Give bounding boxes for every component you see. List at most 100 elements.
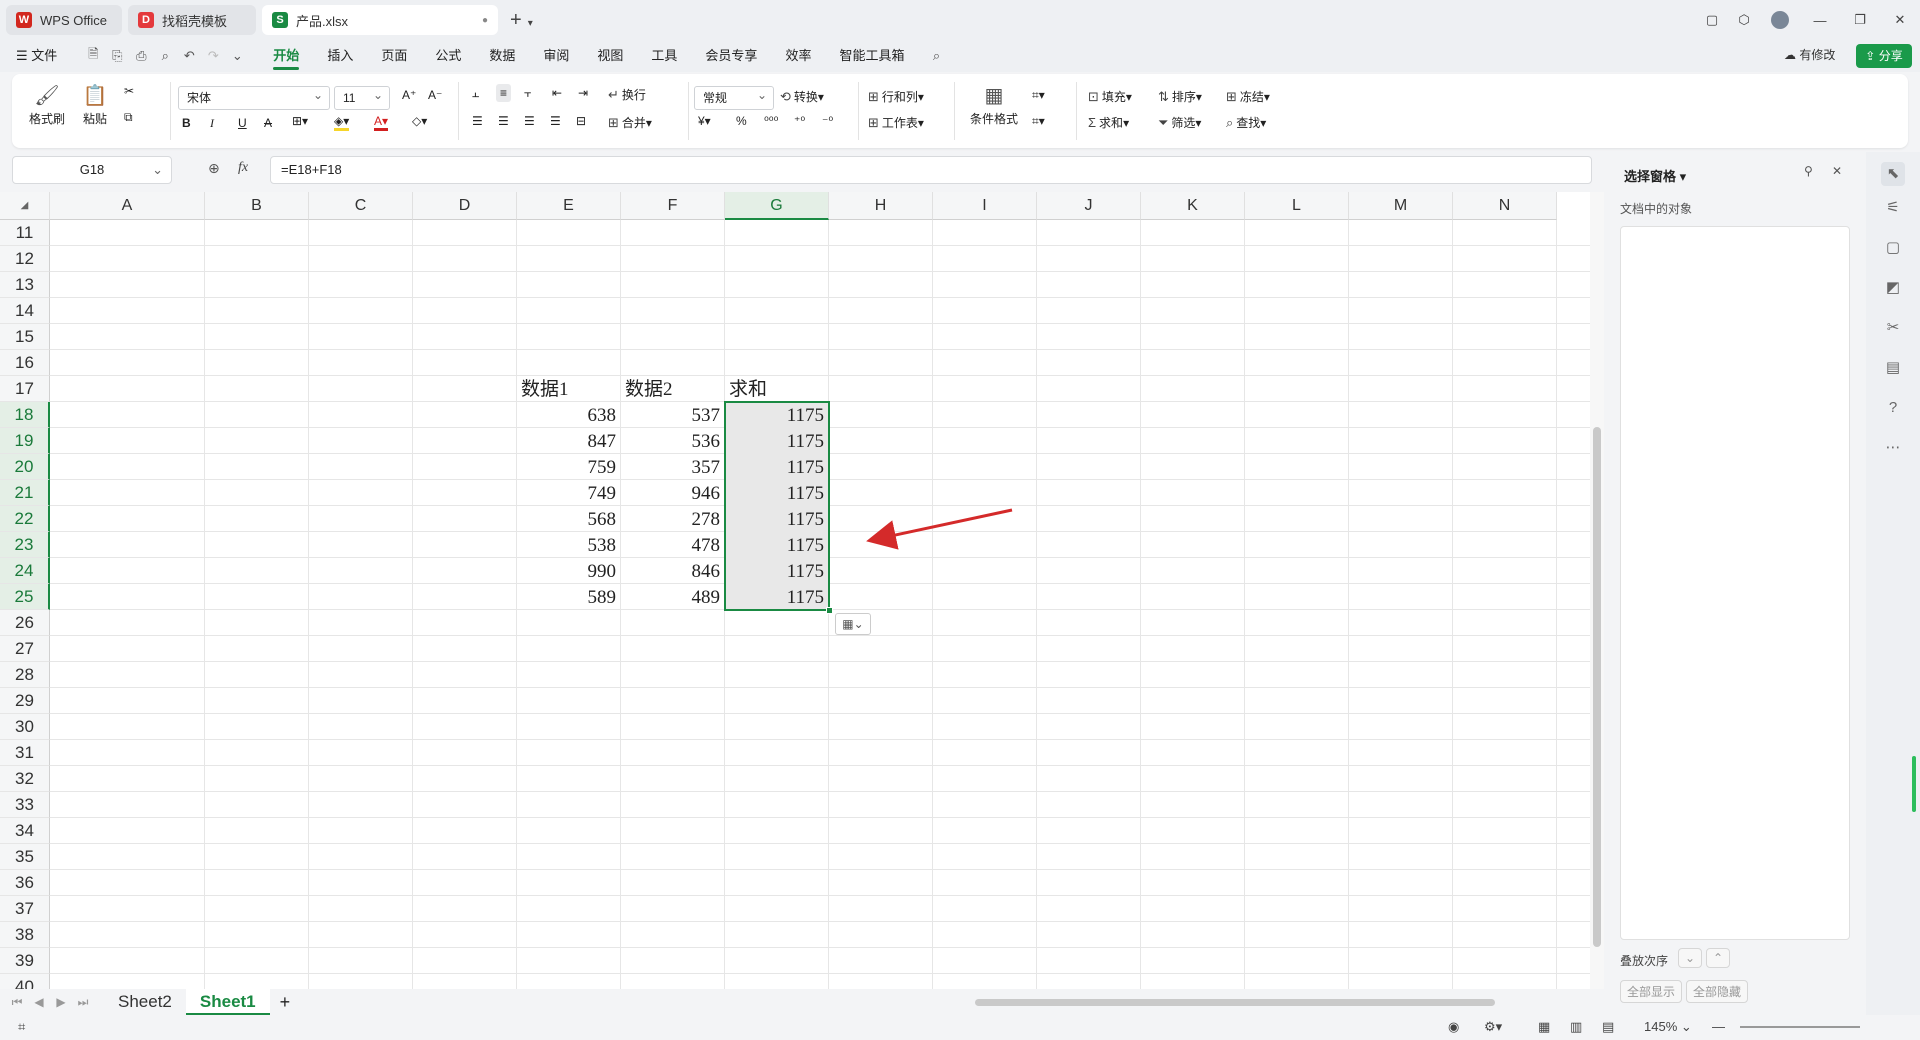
export-icon[interactable]: ⎘ [105, 44, 129, 68]
row-header-15[interactable]: 15 [0, 324, 50, 350]
data-cell[interactable]: 489 [621, 584, 724, 610]
row-header-23[interactable]: 23 [0, 532, 50, 558]
quick-analysis-icon[interactable]: ▦⌄ [835, 613, 871, 635]
book-icon[interactable]: ▤ [1881, 356, 1905, 380]
save-icon[interactable]: 🗎 [81, 44, 105, 68]
chart-icon[interactable]: ◩ [1881, 276, 1905, 300]
menu-formula[interactable]: 公式 [421, 40, 475, 72]
name-box[interactable]: G18 ⌄ [12, 156, 172, 184]
menu-member[interactable]: 会员专享 [691, 40, 771, 72]
select-cursor-icon[interactable]: ⬉ [1881, 162, 1905, 186]
column-header-g[interactable]: G [725, 192, 829, 220]
row-header-20[interactable]: 20 [0, 454, 50, 480]
row-header-36[interactable]: 36 [0, 870, 50, 896]
fill-handle[interactable] [826, 607, 833, 614]
hide-all-button[interactable]: 全部隐藏 [1686, 980, 1749, 1003]
scroll-thumb[interactable] [1593, 427, 1601, 947]
row-header-26[interactable]: 26 [0, 610, 50, 636]
row-header-33[interactable]: 33 [0, 792, 50, 818]
cell-style-icon[interactable]: ⌗▾ [1032, 88, 1045, 103]
data-cell[interactable]: 1175 [725, 584, 828, 610]
data-cell[interactable]: 538 [517, 532, 620, 558]
justify-icon[interactable]: ☰ [550, 114, 561, 128]
header-cell[interactable]: 求和 [729, 376, 829, 402]
row-header-30[interactable]: 30 [0, 714, 50, 740]
data-cell[interactable]: 946 [621, 480, 724, 506]
zoom-formula-icon[interactable]: ⊕ [208, 160, 220, 177]
cube-icon[interactable]: ⬡ [1724, 0, 1764, 40]
column-header-h[interactable]: H [829, 192, 933, 220]
data-cell[interactable]: 1175 [725, 480, 828, 506]
row-header-25[interactable]: 25 [0, 584, 50, 610]
zoom-out-icon[interactable]: — [1712, 1019, 1725, 1034]
column-header-k[interactable]: K [1141, 192, 1245, 220]
row-header-37[interactable]: 37 [0, 896, 50, 922]
row-header-32[interactable]: 32 [0, 766, 50, 792]
align-middle-icon[interactable]: ≡ [496, 84, 512, 102]
data-cell[interactable]: 847 [517, 428, 620, 454]
column-header-d[interactable]: D [413, 192, 517, 220]
convert-button[interactable]: ⟲ 转换 ▾ [780, 88, 824, 105]
last-sheet-icon[interactable]: ⏭ [72, 995, 94, 1010]
tab-docer-templates[interactable]: D 找稻壳模板 [128, 5, 256, 35]
close-pane-icon[interactable]: ✕ [1832, 164, 1842, 178]
search-icon[interactable]: ⌕ [924, 44, 948, 68]
data-cell[interactable]: 1175 [725, 558, 828, 584]
formula-input[interactable]: =E18+F18 [270, 156, 1592, 184]
properties-icon[interactable]: ⚟ [1881, 196, 1905, 220]
data-cell[interactable]: 1175 [725, 402, 828, 428]
wrap-text-button[interactable]: ↵ 换行 [608, 86, 646, 103]
column-header-l[interactable]: L [1245, 192, 1349, 220]
undo-icon[interactable]: ↶ [177, 44, 201, 68]
page-layout-icon[interactable]: ▥ [1570, 1019, 1582, 1035]
font-color-icon[interactable]: A▾ [374, 114, 389, 131]
move-down-icon[interactable]: ⌄ [1678, 948, 1703, 968]
show-all-button[interactable]: 全部显示 [1620, 980, 1683, 1003]
data-cell[interactable]: 1175 [725, 454, 828, 480]
modified-status[interactable]: ☁ 有修改 [1784, 46, 1835, 63]
more-icon[interactable]: ⋯ [1881, 436, 1905, 460]
new-tab-button[interactable]: + ▾ [510, 9, 533, 32]
fill-color-icon[interactable]: ◈▾ [334, 114, 350, 131]
object-list[interactable] [1620, 226, 1850, 940]
close-icon[interactable]: ✕ [1880, 0, 1920, 40]
menu-home[interactable]: 开始 [259, 40, 313, 72]
help-icon[interactable]: ? [1881, 396, 1905, 420]
select-all-corner[interactable]: ◢ [0, 192, 50, 220]
selection-pane-title[interactable]: 选择窗格 ▾ [1624, 166, 1686, 185]
spreadsheet-grid[interactable]: ◢ A B C D E F G H I J K L M N 11 12 13 14 15 16 17 18 19 20 21 22 2… [0, 192, 1590, 989]
horizontal-scrollbar[interactable] [975, 999, 1495, 1006]
increase-indent-icon[interactable]: ⇥ [578, 86, 588, 100]
sum-button[interactable]: Σ 求和 ▾ [1088, 114, 1129, 131]
data-cell[interactable]: 478 [621, 532, 724, 558]
minimize-icon[interactable]: — [1800, 0, 1840, 40]
bold-button[interactable]: B [182, 116, 191, 130]
comment-icon[interactable]: ▢ [1881, 236, 1905, 260]
function-icon[interactable]: fx [238, 160, 248, 176]
font-name-select[interactable]: 宋体 [178, 84, 330, 110]
column-header-b[interactable]: B [205, 192, 309, 220]
merge-button[interactable]: ⊞ 合并 ▾ [608, 114, 652, 131]
page-break-icon[interactable]: ▤ [1602, 1019, 1614, 1035]
data-cell[interactable]: 1175 [725, 428, 828, 454]
data-cell[interactable]: 990 [517, 558, 620, 584]
row-header-19[interactable]: 19 [0, 428, 50, 454]
italic-button[interactable]: I [210, 116, 214, 131]
row-header-40[interactable]: 40 [0, 974, 50, 989]
header-cell[interactable]: 数据2 [625, 376, 725, 402]
cut-icon[interactable]: ✂ [124, 84, 134, 98]
paste-button[interactable]: 📋 粘贴 [74, 82, 116, 127]
conditional-format-button[interactable]: ▦ 条件格式 [962, 82, 1026, 127]
print-preview-icon[interactable]: ⌕ [153, 44, 177, 68]
tab-product-xlsx[interactable]: S 产品.xlsx ● [262, 5, 498, 35]
data-cell[interactable]: 1175 [725, 532, 828, 558]
row-header-24[interactable]: 24 [0, 558, 50, 584]
sheet-tab-sheet1[interactable]: Sheet1 [185, 989, 270, 1015]
font-size-select[interactable]: 11 [334, 84, 390, 110]
eye-icon[interactable]: ◉ [1448, 1019, 1459, 1035]
row-header-27[interactable]: 27 [0, 636, 50, 662]
data-cell[interactable]: 759 [517, 454, 620, 480]
menu-efficiency[interactable]: 效率 [771, 40, 825, 72]
table-style-icon[interactable]: ⌗▾ [1032, 114, 1045, 129]
row-header-22[interactable]: 22 [0, 506, 50, 532]
